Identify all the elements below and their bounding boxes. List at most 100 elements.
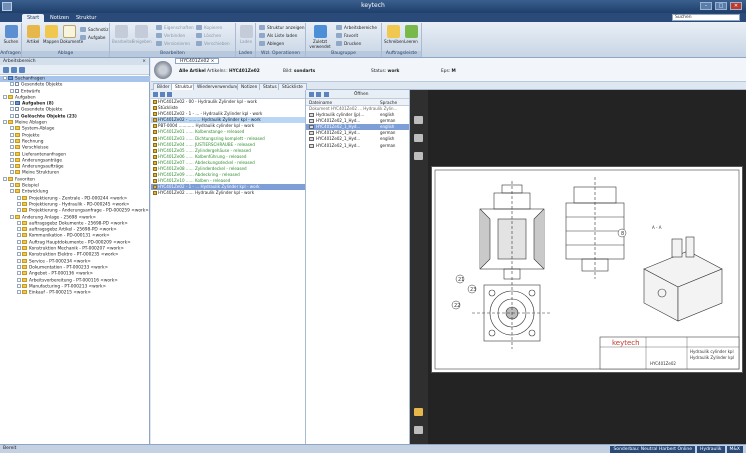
expand-toggle-icon[interactable] [3,176,7,181]
tree-item-label: Gelöschte Objekte (23) [21,114,77,120]
expand-toggle-icon[interactable] [17,283,21,288]
add-icon[interactable] [309,92,314,97]
expand-toggle-icon[interactable] [10,101,14,106]
panel-close-icon[interactable]: × [142,58,146,65]
aufgabe-button[interactable]: Aufgabe [80,34,105,41]
folder-icon [22,233,27,238]
refresh-icon[interactable] [324,92,329,97]
expand-toggle-icon[interactable] [3,76,7,80]
expand-toggle-icon[interactable] [17,252,21,257]
freigeben-button[interactable]: Freigeben [132,25,152,44]
drucken-button[interactable]: Drucken [336,40,361,47]
expand-toggle-icon[interactable] [10,189,14,194]
kopieren-button[interactable]: Kopieren [196,24,222,31]
viewer-attach-icon[interactable] [414,426,423,434]
expand-toggle-icon[interactable] [17,233,21,238]
ablegen-button[interactable]: Ablegen [259,40,284,47]
minimize-button[interactable]: – [700,2,712,10]
expand-toggle-icon[interactable] [17,277,21,282]
arbeitsbereiche-button[interactable]: Arbeitsbereiche [336,24,377,31]
open-button[interactable]: Öffnen [354,90,368,99]
tab-notizen-view[interactable]: Notizen [237,83,262,90]
sachnotiz-button[interactable]: Sachnotiz [80,26,108,33]
struktur-anzeigen-button[interactable]: Struktur anzeigen [259,24,305,31]
expand-toggle-icon[interactable] [17,271,21,276]
viewer-search-icon[interactable] [414,152,423,160]
verschieben-button[interactable]: Verschieben [196,40,230,47]
expand-toggle-icon[interactable] [17,246,21,251]
versionieren-button[interactable]: Versionieren [156,40,190,47]
settings-icon[interactable] [19,67,25,73]
bearbeiten-button[interactable]: Bearbeiten [112,25,134,44]
expand-toggle-icon[interactable] [17,195,21,200]
close-button[interactable]: ✕ [730,2,742,10]
expand-toggle-icon[interactable] [17,220,21,225]
expand-toggle-icon[interactable] [3,120,7,125]
search-button[interactable]: Suchen [2,25,20,44]
expand-toggle-icon[interactable] [10,132,14,137]
expand-toggle-icon[interactable] [17,258,21,263]
leeren-button[interactable]: Leeren [402,25,420,44]
search-input[interactable]: Suchen [672,14,740,21]
expand-toggle-icon[interactable] [10,183,14,188]
expand-toggle-icon[interactable] [10,145,14,150]
expand-toggle-icon[interactable] [10,157,14,162]
verbinden-button[interactable]: Verbinden [156,32,185,39]
tab-stueckliste[interactable]: Stückliste [278,83,307,90]
save-icon[interactable] [160,92,165,97]
print-icon[interactable] [167,92,172,97]
expand-toggle-icon[interactable] [10,113,14,118]
expand-toggle-icon[interactable] [10,126,14,131]
favorit-button[interactable]: Favorit [336,32,358,39]
expand-toggle-icon[interactable] [17,208,21,213]
folder-icon [15,170,20,175]
column-dateiname[interactable]: Dateiname [309,99,332,106]
viewer-page-icon[interactable] [414,134,423,142]
zuletzt-button[interactable]: Zuletzt verwendet [309,25,331,49]
file-row[interactable]: HYC401Ze02_1_Hyd... german [306,143,409,149]
document-tab[interactable]: HYC401Ze02 × [175,58,220,64]
laden-button[interactable]: Laden [237,25,255,44]
expand-toggle-icon[interactable] [17,227,21,232]
expand-toggle-icon[interactable] [10,164,14,169]
expand-toggle-icon[interactable] [10,151,14,156]
tab-wiederverwendung[interactable]: Wiederverwendung [193,83,243,90]
refresh-icon[interactable] [11,67,17,73]
mappen-button[interactable]: Mappen [42,25,60,44]
expand-toggle-icon[interactable] [10,214,14,219]
expand-toggle-icon[interactable] [10,138,14,143]
expand-toggle-icon[interactable] [10,107,14,112]
tab-struktur[interactable]: Struktur [71,14,101,22]
viewer-doc-icon[interactable] [414,116,423,124]
expand-toggle-icon[interactable] [17,290,21,295]
expand-toggle-icon[interactable] [10,88,14,93]
field-eps: Eps: M [441,69,456,74]
expand-toggle-icon[interactable] [17,264,21,269]
structure-row-label: HYC401Ze02 - 1 - ... - Hydraulik Zylinde… [158,111,263,117]
column-sprache[interactable]: Sprache [380,99,397,106]
expand-toggle-icon[interactable] [17,201,21,206]
als-liste-laden-button[interactable]: Als Liste laden [259,32,297,39]
tree-item[interactable]: Einkauf - PT-000215 <work> [0,290,150,296]
expand-toggle-icon[interactable] [17,239,21,244]
artikel-button[interactable]: Artikel [24,25,42,44]
expand-toggle-icon[interactable] [3,94,7,99]
tab-notizen[interactable]: Notizen [45,14,74,22]
expand-toggle-icon[interactable] [10,170,14,175]
viewer-stamp-icon[interactable] [414,408,423,416]
expand-icon[interactable] [153,92,158,97]
maximize-button[interactable]: □ [715,2,727,10]
expand-toggle-icon[interactable] [10,82,14,87]
eigenschaften-button[interactable]: Eigenschaften [156,24,194,31]
loeschen-button[interactable]: Löschen [196,32,221,39]
dokumente-button[interactable]: Dokumente [60,25,83,44]
tab-start[interactable]: Start [22,14,45,22]
tree-item-label: auftragsgebz Artikel - 25698-PD <work> [29,227,117,233]
svg-text:Hydraulik cylinder kpl: Hydraulik cylinder kpl [690,349,734,354]
home-icon[interactable] [3,67,9,73]
structure-row[interactable]: HYC401Ze02 ...... Hydraulik Zylinder kpl… [151,190,305,196]
delete-icon[interactable] [316,92,321,97]
schreiben-button[interactable]: Schreiben [384,25,404,44]
part-icon [153,142,157,147]
panel-toolbar [0,65,149,75]
